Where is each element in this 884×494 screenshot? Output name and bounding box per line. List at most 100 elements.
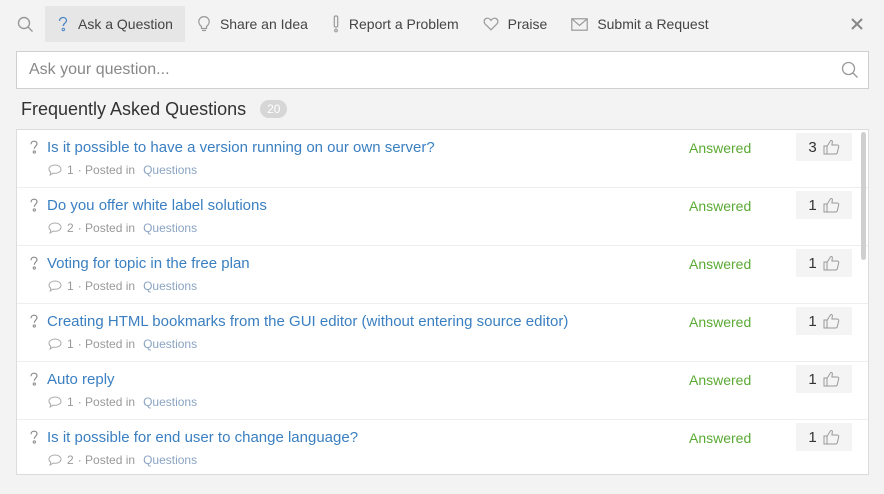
comment-count: 2	[67, 221, 74, 235]
vote-button[interactable]: 3	[796, 133, 852, 161]
vote-count: 1	[808, 428, 817, 446]
faq-header: Frequently Asked Questions 20	[21, 98, 288, 120]
tab-label: Report a Problem	[348, 16, 459, 32]
status-badge: Answered	[689, 140, 752, 156]
question-icon	[29, 430, 39, 450]
category-link[interactable]: Questions	[143, 279, 197, 293]
nav-search-button[interactable]	[5, 6, 45, 42]
category-link[interactable]: Questions	[143, 453, 197, 467]
question-title-link[interactable]: Is it possible for end user to change la…	[47, 429, 358, 446]
question-meta: 2 · Posted in Questions	[48, 453, 197, 467]
list-item: Is it possible for end user to change la…	[17, 420, 868, 474]
question-meta: 1 · Posted in Questions	[48, 337, 197, 351]
posted-in-label: · Posted in	[77, 221, 136, 235]
posted-in-label: · Posted in	[77, 337, 136, 351]
tab-label: Praise	[507, 16, 548, 32]
list-item: Creating HTML bookmarks from the GUI edi…	[17, 304, 868, 362]
question-title-link[interactable]: Creating HTML bookmarks from the GUI edi…	[47, 313, 568, 330]
list-item: Do you offer white label solutions 2 · P…	[17, 188, 868, 246]
tab-label: Submit a Request	[597, 16, 709, 32]
tab-label: Ask a Question	[78, 16, 173, 32]
question-meta: 2 · Posted in Questions	[48, 221, 197, 235]
question-meta: 1 · Posted in Questions	[48, 163, 197, 177]
vote-count: 1	[808, 254, 817, 272]
comment-icon	[48, 338, 62, 350]
faq-list: Is it possible to have a version running…	[16, 129, 869, 475]
status-badge: Answered	[689, 198, 752, 214]
status-badge: Answered	[689, 372, 752, 388]
category-link[interactable]: Questions	[143, 163, 197, 177]
lightbulb-icon	[198, 15, 210, 32]
question-title-link[interactable]: Voting for topic in the free plan	[47, 255, 250, 272]
thumbs-up-icon	[823, 430, 839, 445]
category-link[interactable]: Questions	[143, 221, 197, 235]
comment-count: 1	[67, 395, 74, 409]
comment-icon	[48, 280, 62, 292]
question-icon	[58, 16, 68, 31]
top-nav: Ask a Question Share an Idea Report a Pr…	[5, 6, 879, 42]
vote-button[interactable]: 1	[796, 365, 852, 393]
faq-title: Frequently Asked Questions	[21, 98, 247, 119]
close-icon	[851, 18, 863, 30]
question-title-link[interactable]: Is it possible to have a version running…	[47, 139, 435, 156]
tab-praise[interactable]: Praise	[471, 6, 560, 42]
vote-button[interactable]: 1	[796, 191, 852, 219]
status-badge: Answered	[689, 256, 752, 272]
status-badge: Answered	[689, 314, 752, 330]
heart-icon	[483, 17, 499, 31]
vote-button[interactable]: 1	[796, 249, 852, 277]
thumbs-up-icon	[823, 372, 839, 387]
question-search-input[interactable]	[17, 52, 832, 88]
exclamation-icon	[333, 15, 339, 33]
vote-button[interactable]: 1	[796, 423, 852, 451]
vote-count: 1	[808, 196, 817, 214]
comment-icon	[48, 396, 62, 408]
question-icon	[29, 256, 39, 276]
category-link[interactable]: Questions	[143, 337, 197, 351]
comment-icon	[48, 222, 62, 234]
posted-in-label: · Posted in	[77, 163, 136, 177]
tab-report-problem[interactable]: Report a Problem	[320, 6, 471, 42]
vote-button[interactable]: 1	[796, 307, 852, 335]
vote-count: 1	[808, 370, 817, 388]
thumbs-up-icon	[823, 198, 839, 213]
comment-icon	[48, 164, 62, 176]
thumbs-up-icon	[823, 314, 839, 329]
search-icon	[17, 16, 33, 32]
faq-count-badge: 20	[260, 100, 288, 118]
question-icon	[29, 372, 39, 392]
posted-in-label: · Posted in	[77, 279, 136, 293]
tab-ask-question[interactable]: Ask a Question	[45, 6, 185, 42]
comment-icon	[48, 454, 62, 466]
list-item: Is it possible to have a version running…	[17, 130, 868, 188]
list-item: Auto reply 1 · Posted in Questions Answe…	[17, 362, 868, 420]
question-title-link[interactable]: Do you offer white label solutions	[47, 197, 267, 214]
question-meta: 1 · Posted in Questions	[48, 279, 197, 293]
scrollbar[interactable]	[861, 132, 866, 260]
question-title-link[interactable]: Auto reply	[47, 371, 115, 388]
comment-count: 1	[67, 163, 74, 177]
question-meta: 1 · Posted in Questions	[48, 395, 197, 409]
thumbs-up-icon	[823, 256, 839, 271]
posted-in-label: · Posted in	[77, 395, 136, 409]
feedback-widget: Ask a Question Share an Idea Report a Pr…	[5, 0, 879, 490]
comment-count: 1	[67, 279, 74, 293]
comment-count: 1	[67, 337, 74, 351]
tab-share-idea[interactable]: Share an Idea	[185, 6, 320, 42]
list-item: Voting for topic in the free plan 1 · Po…	[17, 246, 868, 304]
question-icon	[29, 140, 39, 160]
vote-count: 1	[808, 312, 817, 330]
search-icon	[841, 61, 858, 78]
question-icon	[29, 198, 39, 218]
vote-count: 3	[808, 138, 817, 156]
thumbs-up-icon	[823, 140, 839, 155]
question-search-box	[16, 51, 869, 89]
category-link[interactable]: Questions	[143, 395, 197, 409]
search-submit-button[interactable]	[832, 61, 868, 79]
question-icon	[29, 314, 39, 334]
comment-count: 2	[67, 453, 74, 467]
tab-label: Share an Idea	[219, 16, 308, 32]
tab-submit-request[interactable]: Submit a Request	[559, 6, 720, 42]
status-badge: Answered	[689, 430, 752, 446]
close-button[interactable]	[847, 14, 867, 34]
